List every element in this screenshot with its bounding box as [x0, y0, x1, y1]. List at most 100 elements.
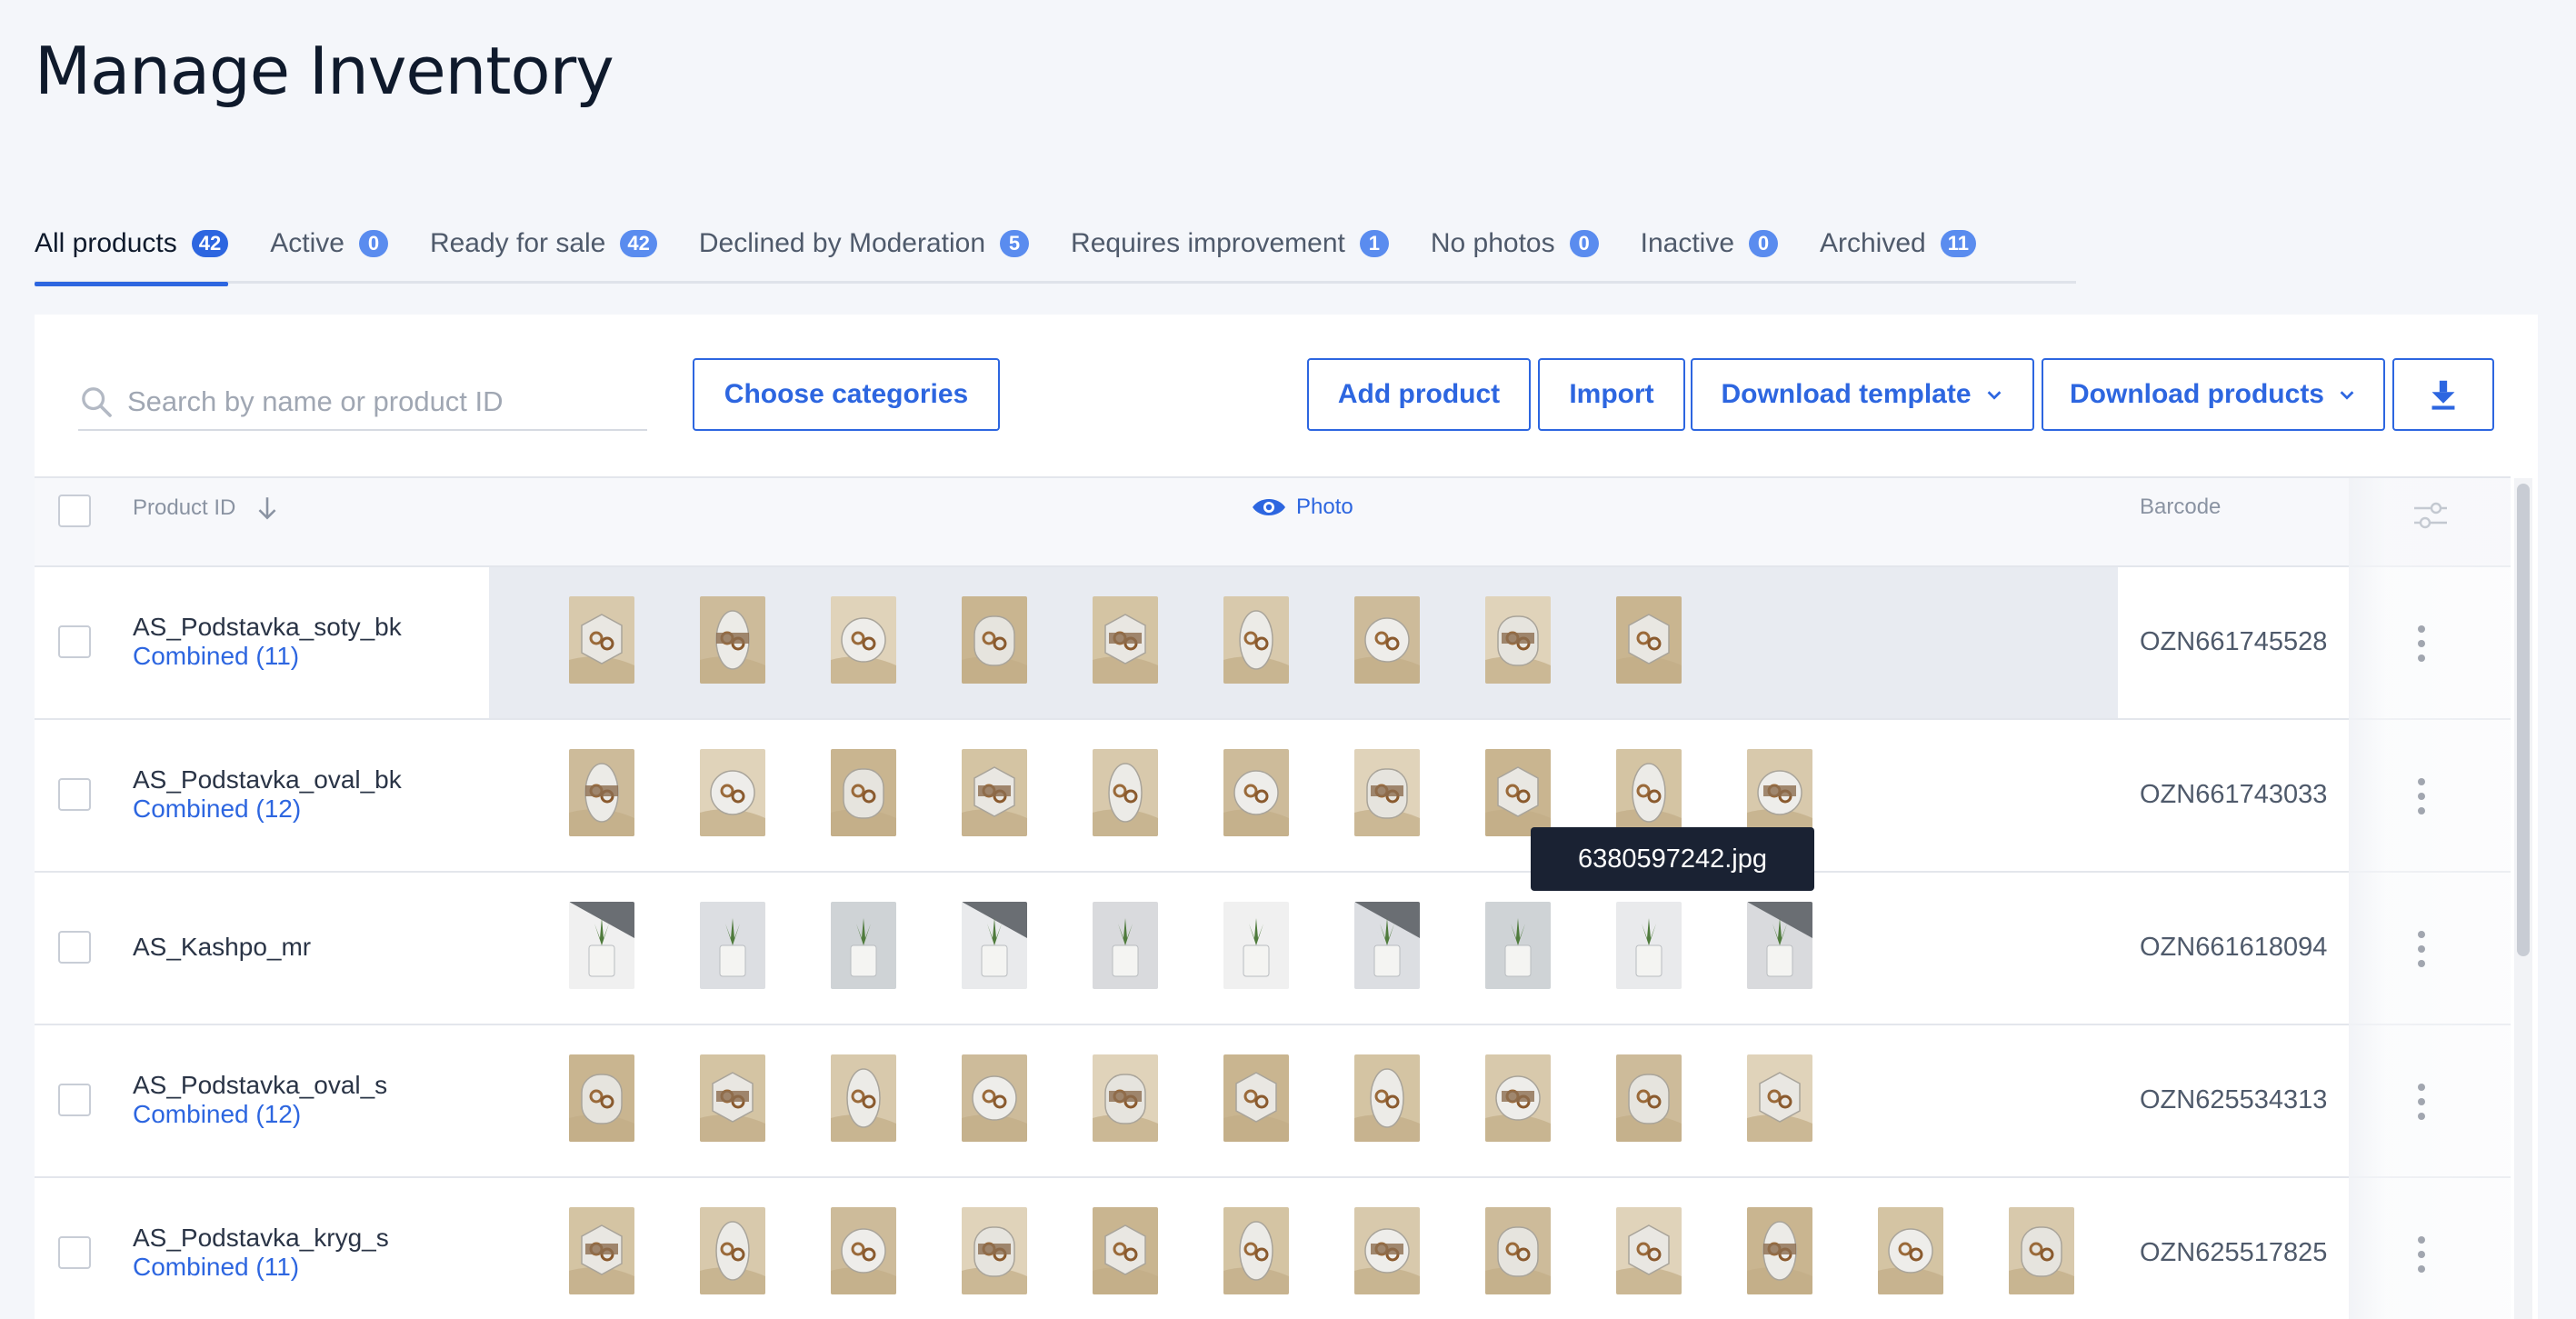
product-photo-thumbnail[interactable]: [1485, 749, 1551, 836]
product-photo-thumbnail[interactable]: [1485, 596, 1551, 684]
combined-link[interactable]: Combined (12): [133, 1100, 301, 1129]
product-photo-thumbnail[interactable]: [1223, 1054, 1289, 1142]
product-photo-thumbnail[interactable]: [1616, 749, 1682, 836]
kebab-icon[interactable]: [2416, 1236, 2427, 1273]
product-photo-thumbnail[interactable]: [700, 902, 765, 989]
product-photo-thumbnail[interactable]: [1616, 902, 1682, 989]
product-photo-thumbnail[interactable]: [962, 902, 1027, 989]
product-id[interactable]: AS_Podstavka_soty_bk: [133, 613, 402, 642]
product-photo-thumbnail[interactable]: [1485, 1054, 1551, 1142]
row-checkbox[interactable]: [58, 778, 91, 811]
table-row[interactable]: AS_Podstavka_kryg_s Combined (11) OZN62551…: [35, 1178, 2511, 1319]
product-photo-thumbnail[interactable]: [569, 1054, 634, 1142]
table-row[interactable]: AS_Podstavka_soty_bk Combined (11) OZN6617…: [35, 567, 2511, 720]
product-photo-thumbnail[interactable]: [831, 902, 896, 989]
product-photo-thumbnail[interactable]: [831, 1054, 896, 1142]
combined-link[interactable]: Combined (12): [133, 794, 301, 824]
table-row[interactable]: AS_Podstavka_oval_bk Combined (12) OZN6617…: [35, 720, 2511, 873]
download-products-button[interactable]: Download products: [2042, 358, 2385, 431]
table-row[interactable]: AS_Kashpo_mr OZN661618094: [35, 873, 2511, 1025]
kebab-icon[interactable]: [2416, 778, 2427, 814]
tab-ready-for-sale[interactable]: Ready for sale 42: [430, 215, 657, 284]
kebab-icon[interactable]: [2416, 931, 2427, 967]
product-id-header[interactable]: Product ID: [133, 495, 279, 522]
product-photo-thumbnail[interactable]: [569, 1207, 634, 1294]
barcode-header: Barcode: [2140, 495, 2222, 519]
tab-all-products[interactable]: All products 42: [35, 215, 229, 286]
product-photo-thumbnail[interactable]: [1354, 1207, 1420, 1294]
product-photo-thumbnail[interactable]: [1747, 1207, 1812, 1294]
product-id[interactable]: AS_Podstavka_oval_bk: [133, 765, 402, 794]
kebab-icon[interactable]: [2416, 1084, 2427, 1120]
download-button[interactable]: [2392, 358, 2494, 431]
product-photo-thumbnail[interactable]: [1354, 596, 1420, 684]
product-photo-thumbnail[interactable]: [831, 596, 896, 684]
row-checkbox[interactable]: [58, 1236, 91, 1269]
product-photo-thumbnail[interactable]: [1223, 902, 1289, 989]
choose-categories-button[interactable]: Choose categories: [693, 358, 1000, 431]
product-photo-thumbnail[interactable]: [1747, 749, 1812, 836]
product-photo-thumbnail[interactable]: [1747, 1054, 1812, 1142]
product-photo-thumbnail[interactable]: [1616, 1207, 1682, 1294]
photo-header[interactable]: Photo: [1251, 495, 1353, 520]
product-photo-thumbnail[interactable]: [700, 596, 765, 684]
product-photo-thumbnail[interactable]: [1616, 1054, 1682, 1142]
tab-inactive[interactable]: Inactive 0: [1641, 215, 1778, 284]
search-field[interactable]: [78, 375, 647, 431]
tab-declined-by-moderation[interactable]: Declined by Moderation 5: [699, 215, 1030, 284]
table-row[interactable]: AS_Podstavka_oval_s Combined (12) OZN62553…: [35, 1025, 2511, 1178]
add-product-button[interactable]: Add product: [1307, 358, 1531, 431]
product-photo-thumbnail[interactable]: [1354, 1054, 1420, 1142]
sliders-icon[interactable]: [2412, 498, 2449, 533]
product-photo-thumbnail[interactable]: [1093, 902, 1158, 989]
kebab-dot: [2418, 1236, 2425, 1244]
product-photo-thumbnail[interactable]: [962, 596, 1027, 684]
tab-no-photos[interactable]: No photos 0: [1431, 215, 1599, 284]
product-photo-thumbnail[interactable]: [1485, 1207, 1551, 1294]
import-button[interactable]: Import: [1538, 358, 1685, 431]
product-photo-thumbnail[interactable]: [831, 1207, 896, 1294]
product-photo-thumbnail[interactable]: [700, 749, 765, 836]
combined-link[interactable]: Combined (11): [133, 642, 299, 671]
select-all-checkbox[interactable]: [58, 495, 91, 527]
product-photo-thumbnail[interactable]: [1093, 749, 1158, 836]
product-id[interactable]: AS_Kashpo_mr: [133, 933, 311, 962]
tab-active[interactable]: Active 0: [270, 215, 388, 284]
product-photo-thumbnail[interactable]: [1878, 1207, 1943, 1294]
combined-link[interactable]: Combined (11): [133, 1253, 299, 1282]
row-checkbox[interactable]: [58, 931, 91, 964]
product-photo-thumbnail[interactable]: [569, 596, 634, 684]
product-id[interactable]: AS_Podstavka_kryg_s: [133, 1224, 389, 1253]
product-photo-thumbnail[interactable]: [831, 749, 896, 836]
product-photo-thumbnail[interactable]: [569, 749, 634, 836]
product-photo-thumbnail[interactable]: [1223, 1207, 1289, 1294]
tab-requires-improvement[interactable]: Requires improvement 1: [1071, 215, 1389, 284]
row-checkbox[interactable]: [58, 1084, 91, 1116]
product-photo-thumbnail[interactable]: [1093, 1207, 1158, 1294]
product-photo-thumbnail[interactable]: [962, 1207, 1027, 1294]
product-photo-thumbnail[interactable]: [1616, 596, 1682, 684]
row-checkbox[interactable]: [58, 625, 91, 658]
product-photo-thumbnail[interactable]: [1223, 749, 1289, 836]
product-photo-thumbnail[interactable]: [962, 749, 1027, 836]
product-photo-thumbnail[interactable]: [1354, 749, 1420, 836]
product-photo-thumbnail[interactable]: [1093, 1054, 1158, 1142]
download-template-button[interactable]: Download template: [1691, 358, 2034, 431]
tab-archived[interactable]: Archived 11: [1820, 215, 1976, 284]
product-photo-thumbnail[interactable]: [1747, 902, 1812, 989]
product-id[interactable]: AS_Podstavka_oval_s: [133, 1071, 387, 1100]
product-photo-thumbnail[interactable]: [700, 1207, 765, 1294]
product-photo-thumbnail[interactable]: [1093, 596, 1158, 684]
product-photo-thumbnail[interactable]: [700, 1054, 765, 1142]
search-input[interactable]: [127, 385, 636, 418]
product-photo-thumbnail[interactable]: [1485, 902, 1551, 989]
scrollbar-thumb[interactable]: [2517, 484, 2530, 956]
product-photo-thumbnail[interactable]: [569, 902, 634, 989]
kebab-dot: [2418, 640, 2425, 647]
product-photo-thumbnail[interactable]: [1223, 596, 1289, 684]
product-photo-thumbnail[interactable]: [1354, 902, 1420, 989]
product-photo-thumbnail[interactable]: [962, 1054, 1027, 1142]
kebab-icon[interactable]: [2416, 625, 2427, 662]
inventory-panel: Choose categories Add product Import Dow…: [35, 315, 2538, 1319]
product-photo-thumbnail[interactable]: [2009, 1207, 2074, 1294]
